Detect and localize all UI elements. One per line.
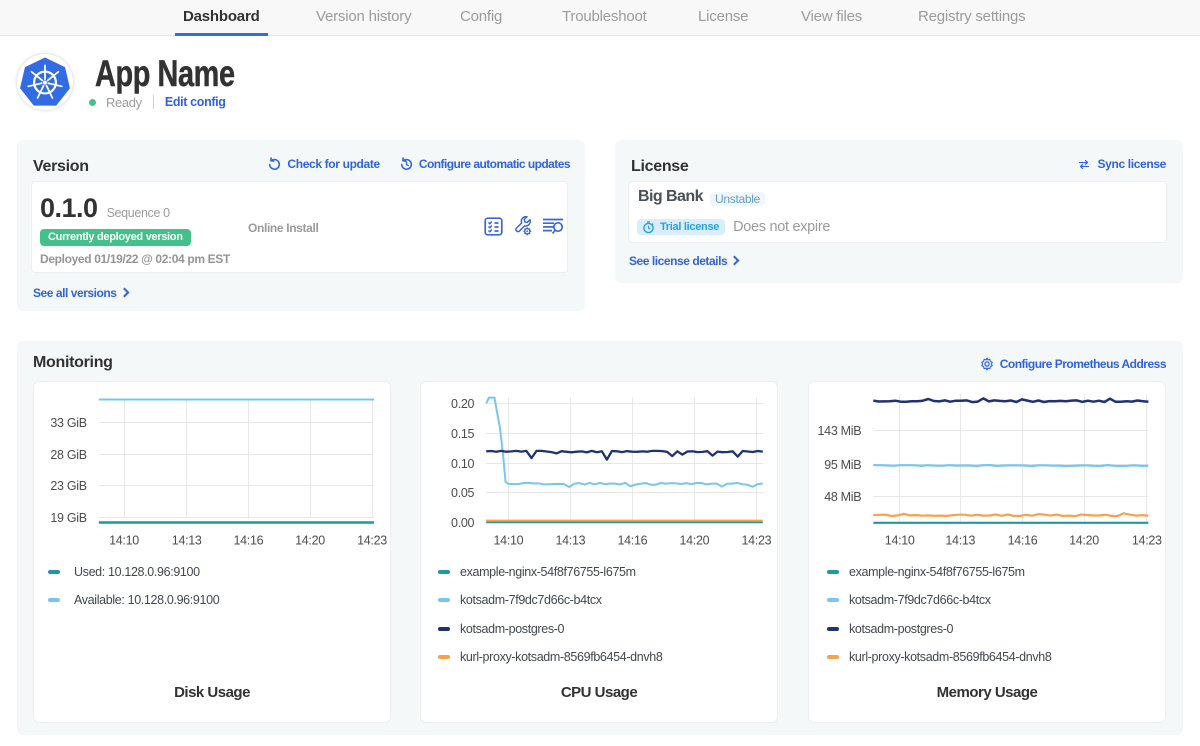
svg-text:0.05: 0.05	[451, 486, 474, 500]
svg-text:0.15: 0.15	[451, 427, 474, 441]
svg-text:19 GiB: 19 GiB	[50, 511, 86, 525]
svg-text:28 GiB: 28 GiB	[50, 448, 86, 462]
svg-text:23 GiB: 23 GiB	[50, 479, 86, 493]
svg-text:14:23: 14:23	[1132, 534, 1162, 548]
svg-text:14:23: 14:23	[742, 534, 772, 548]
svg-text:14:20: 14:20	[680, 534, 710, 548]
svg-text:143 MiB: 143 MiB	[818, 424, 862, 438]
svg-text:14:13: 14:13	[556, 534, 586, 548]
svg-text:0.00: 0.00	[451, 516, 474, 530]
svg-text:14:13: 14:13	[945, 534, 975, 548]
svg-text:14:16: 14:16	[1008, 534, 1038, 548]
svg-text:14:23: 14:23	[357, 534, 387, 548]
svg-text:14:16: 14:16	[234, 534, 264, 548]
svg-text:0.10: 0.10	[451, 457, 474, 471]
svg-text:48 MiB: 48 MiB	[824, 490, 861, 504]
svg-text:14:16: 14:16	[618, 534, 648, 548]
svg-text:14:20: 14:20	[1069, 534, 1099, 548]
svg-text:14:10: 14:10	[109, 534, 139, 548]
svg-text:14:10: 14:10	[494, 534, 524, 548]
svg-text:95 MiB: 95 MiB	[824, 458, 861, 472]
svg-text:14:13: 14:13	[172, 534, 202, 548]
svg-text:33 GiB: 33 GiB	[50, 416, 86, 430]
svg-text:14:10: 14:10	[885, 534, 915, 548]
svg-text:0.20: 0.20	[451, 397, 474, 411]
svg-text:14:20: 14:20	[295, 534, 325, 548]
